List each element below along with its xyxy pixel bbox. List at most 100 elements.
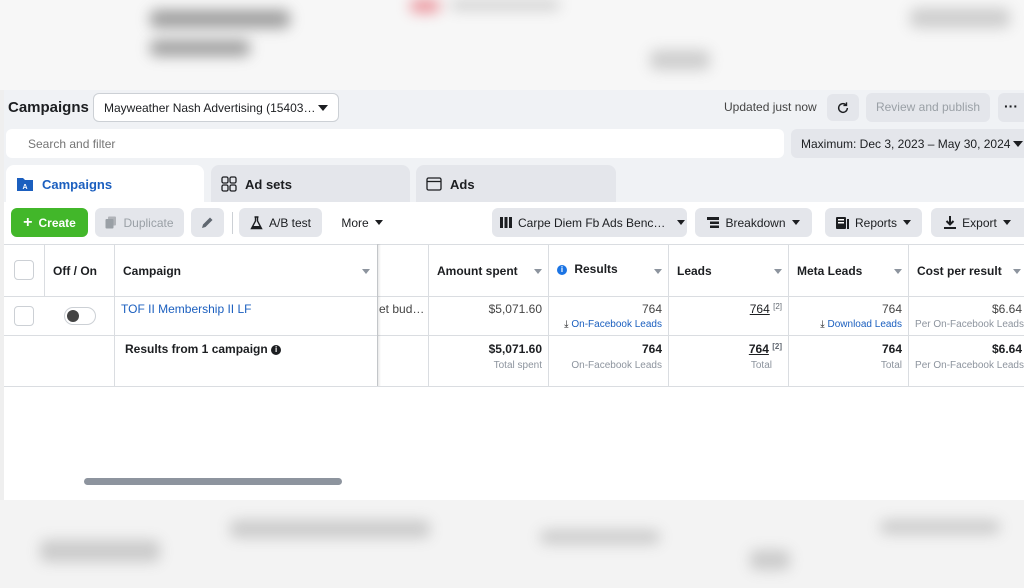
reports-button[interactable]: Reports xyxy=(825,208,922,237)
row-meta-leads: 764 xyxy=(881,302,902,316)
blurred-bottom-area xyxy=(0,500,1024,588)
row-checkbox[interactable] xyxy=(14,306,34,326)
summary-cost-per-result: $6.64 xyxy=(991,342,1022,356)
chevron-down-icon xyxy=(791,220,800,225)
horizontal-scrollbar[interactable] xyxy=(84,478,342,485)
row-meta-download-link[interactable]: ⤓ Download Leads xyxy=(820,319,902,330)
columns-label: Carpe Diem Fb Ads Benc… xyxy=(518,215,666,230)
duplicate-icon xyxy=(105,216,117,229)
more-button[interactable]: More xyxy=(332,208,392,237)
header-leads[interactable]: Leads xyxy=(677,264,712,278)
svg-text:A: A xyxy=(22,184,27,191)
header-results-wrap[interactable]: i Results xyxy=(557,262,618,276)
row-cost-per-result: $6.64 xyxy=(991,302,1022,316)
columns-preset-button[interactable]: Carpe Diem Fb Ads Benc… xyxy=(492,208,687,237)
breakdown-icon xyxy=(707,217,720,228)
tab-label: Ad sets xyxy=(245,176,292,192)
more-label: More xyxy=(341,215,369,230)
header-off-on[interactable]: Off / On xyxy=(53,264,97,278)
sort-caret-icon[interactable] xyxy=(1013,269,1021,274)
summary-amount-spent: $5,071.60 xyxy=(488,342,542,356)
search-input[interactable]: Search and filter xyxy=(6,129,784,158)
budget-fragment: et bud… xyxy=(379,302,425,316)
ads-manager: Campaigns Mayweather Nash Advertising (1… xyxy=(4,90,1024,500)
header-bar: Campaigns Mayweather Nash Advertising (1… xyxy=(4,90,1024,126)
tab-label: Campaigns xyxy=(42,176,113,192)
breakdown-button[interactable]: Breakdown xyxy=(695,208,812,237)
info-icon[interactable]: i xyxy=(271,344,282,355)
summary-leads-note: [2] xyxy=(772,342,782,351)
header-amount-spent[interactable]: Amount spent xyxy=(437,264,518,278)
campaign-toggle[interactable] xyxy=(64,307,96,325)
row-results-download-link[interactable]: ⤓ On-Facebook Leads xyxy=(564,319,662,330)
download-icon: ⤓ xyxy=(820,319,825,330)
summary-leads-wrap[interactable]: 764 [2] xyxy=(749,342,782,356)
select-all-checkbox[interactable] xyxy=(14,260,34,280)
row-results-sub: On-Facebook Leads xyxy=(571,319,662,330)
toggle-knob xyxy=(67,310,79,322)
download-icon xyxy=(944,216,957,229)
header-cost-per-result[interactable]: Cost per result xyxy=(917,264,1002,278)
blurred-top-area xyxy=(0,0,1024,90)
row-results: 764 xyxy=(641,302,662,316)
header-campaign[interactable]: Campaign xyxy=(123,264,181,278)
tab-ads[interactable]: Ads xyxy=(416,165,616,203)
header-results: Results xyxy=(574,262,618,276)
toolbar-divider xyxy=(232,212,233,234)
reports-label: Reports xyxy=(854,215,898,230)
date-range-label: Maximum: Dec 3, 2023 – May 30, 2024 xyxy=(801,137,1011,151)
reports-icon xyxy=(835,216,849,229)
duplicate-button[interactable]: Duplicate xyxy=(95,208,184,237)
columns-icon xyxy=(500,217,512,228)
summary-label-wrap: Results from 1 campaign i xyxy=(125,342,282,356)
ab-test-button[interactable]: A/B test xyxy=(239,208,322,237)
row-leads: 764 xyxy=(749,302,770,316)
ab-test-label: A/B test xyxy=(268,215,312,230)
sort-caret-icon[interactable] xyxy=(534,269,542,274)
summary-amount-sub: Total spent xyxy=(493,360,542,371)
account-selector[interactable]: Mayweather Nash Advertising (15403… xyxy=(93,93,339,122)
chevron-down-icon xyxy=(318,105,328,111)
campaign-name-link[interactable]: TOF II Membership II LF xyxy=(121,302,251,316)
more-options-button[interactable]: ··· xyxy=(998,93,1024,122)
sort-caret-icon[interactable] xyxy=(774,269,782,274)
summary-meta-leads-sub: Total xyxy=(880,360,902,371)
summary-cost-sub: Per On-Facebook Leads xyxy=(915,360,1024,371)
row-leads-wrap[interactable]: 764 [2] xyxy=(750,302,782,316)
duplicate-label: Duplicate xyxy=(123,215,174,230)
tab-label: Ads xyxy=(450,176,475,192)
summary-leads: 764 xyxy=(748,342,769,356)
sort-caret-icon[interactable] xyxy=(362,269,370,274)
page-title: Campaigns xyxy=(8,99,89,116)
summary-meta-leads: 764 xyxy=(881,342,902,356)
tab-campaigns[interactable]: A Campaigns xyxy=(6,165,204,203)
chevron-down-icon xyxy=(374,220,383,225)
header-meta-leads[interactable]: Meta Leads xyxy=(797,264,862,278)
row-amount-spent: $5,071.60 xyxy=(488,302,542,316)
tab-ad-sets[interactable]: Ad sets xyxy=(211,165,410,203)
summary-results-sub: On-Facebook Leads xyxy=(571,360,662,371)
date-range-picker[interactable]: Maximum: Dec 3, 2023 – May 30, 2024 xyxy=(791,129,1024,158)
export-label: Export xyxy=(962,215,997,230)
campaigns-table: Off / On Campaign Amount spent i Results… xyxy=(4,244,1024,500)
export-button[interactable]: Export xyxy=(931,208,1024,237)
chevron-down-icon xyxy=(1002,220,1011,225)
sort-caret-icon[interactable] xyxy=(894,269,902,274)
summary-label: Results from 1 campaign xyxy=(125,342,268,356)
chevron-down-icon xyxy=(677,220,686,225)
account-name: Mayweather Nash Advertising (15403… xyxy=(104,101,316,115)
pencil-icon xyxy=(202,217,213,228)
download-icon: ⤓ xyxy=(564,319,569,330)
sort-caret-icon[interactable] xyxy=(654,269,662,274)
plus-icon: + xyxy=(23,213,33,231)
ads-icon xyxy=(426,177,442,191)
edit-button[interactable] xyxy=(191,208,224,237)
row-cost-sub: Per On-Facebook Leads xyxy=(915,319,1024,330)
row-meta-leads-sub: Download Leads xyxy=(827,319,903,330)
refresh-icon xyxy=(837,101,849,113)
review-and-publish-button[interactable]: Review and publish xyxy=(866,93,990,122)
summary-results: 764 xyxy=(641,342,662,356)
create-button[interactable]: + Create xyxy=(11,208,88,237)
refresh-button[interactable] xyxy=(827,94,859,121)
chevron-down-icon xyxy=(903,220,912,225)
